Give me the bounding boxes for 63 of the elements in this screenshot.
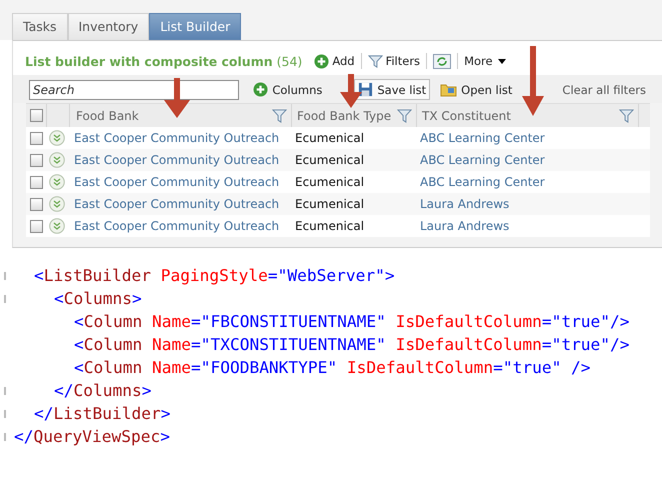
row-checkbox[interactable] [30, 132, 42, 144]
code-line: </Columns> [53, 381, 152, 400]
arrow [162, 78, 192, 118]
table-cell[interactable]: East Cooper Community Outreach [74, 175, 280, 189]
arrow [522, 46, 544, 116]
expand-icon[interactable] [49, 152, 65, 168]
column-header[interactable]: TX Constituent [422, 108, 511, 122]
record-count: (54) [276, 54, 302, 68]
expand-icon[interactable] [49, 130, 65, 146]
table-cell: Ecumenical [295, 153, 364, 167]
clear-filters-button[interactable]: Clear all filters [558, 80, 650, 100]
code-line: <Column Name="TXCONSTITUENTNAME" IsDefaultColumn="true"/> [73, 335, 630, 354]
list-title: List builder with composite column [25, 54, 273, 68]
plus-icon [253, 82, 268, 97]
table-cell: Ecumenical [295, 197, 364, 211]
filters-button[interactable]: Filters [366, 54, 422, 68]
columns-button[interactable]: Columns [249, 79, 326, 100]
select-all-checkbox[interactable] [30, 109, 42, 122]
table-cell: Ecumenical [295, 219, 364, 233]
refresh-icon [433, 54, 452, 68]
code-line: <Column Name="FOODBANKTYPE" IsDefaultColumn="true" /> [73, 358, 591, 377]
code-line: <Column Name="FBCONSTITUENTNAME" IsDefaultColumn="true"/> [73, 312, 630, 331]
code-line: <ListBuilder PagingStyle="WebServer"> [33, 266, 395, 285]
filter-icon [368, 54, 383, 68]
row-checkbox[interactable] [30, 176, 42, 188]
tab[interactable]: Tasks [12, 13, 68, 40]
filter-icon[interactable] [397, 108, 412, 122]
code-line: </ListBuilder> [33, 404, 170, 423]
table-cell[interactable]: Laura Andrews [420, 219, 510, 233]
expand-icon[interactable] [49, 196, 65, 212]
column-header[interactable]: Food Bank Type [297, 108, 392, 122]
caret-icon [498, 58, 506, 64]
code-line: </QueryViewSpec> [14, 427, 170, 446]
table-cell[interactable]: ABC Learning Center [420, 153, 545, 167]
table-cell[interactable]: ABC Learning Center [420, 131, 545, 145]
column-header[interactable]: Food Bank [76, 108, 139, 122]
table-cell: Ecumenical [295, 131, 364, 145]
table-cell[interactable]: East Cooper Community Outreach [74, 153, 280, 167]
table-cell[interactable]: ABC Learning Center [420, 175, 545, 189]
table-cell[interactable]: East Cooper Community Outreach [74, 197, 280, 211]
save-list-button[interactable]: Save list [354, 79, 430, 100]
table-cell: Ecumenical [295, 175, 364, 189]
table-cell[interactable]: East Cooper Community Outreach [74, 219, 280, 233]
folder-icon [440, 82, 458, 97]
row-checkbox[interactable] [30, 220, 42, 232]
row-checkbox[interactable] [30, 198, 42, 210]
table-cell[interactable]: East Cooper Community Outreach [74, 131, 280, 145]
search-field[interactable]: Search [29, 80, 240, 100]
code-line: <Columns> [53, 289, 142, 308]
tab[interactable]: List Builder [149, 13, 242, 40]
expand-icon[interactable] [49, 218, 65, 234]
arrow [340, 74, 362, 108]
filter-icon[interactable] [619, 108, 634, 122]
add-button[interactable]: Add [312, 54, 357, 68]
open-list-button[interactable]: Open list [436, 79, 516, 100]
tab[interactable]: Inventory [68, 13, 150, 40]
refresh-button[interactable] [431, 54, 454, 68]
filter-icon[interactable] [272, 108, 287, 122]
expand-icon[interactable] [49, 174, 65, 190]
plus-icon [314, 54, 330, 68]
row-checkbox[interactable] [30, 154, 42, 166]
more-button[interactable]: More [462, 54, 508, 68]
table-cell[interactable]: Laura Andrews [420, 197, 510, 211]
